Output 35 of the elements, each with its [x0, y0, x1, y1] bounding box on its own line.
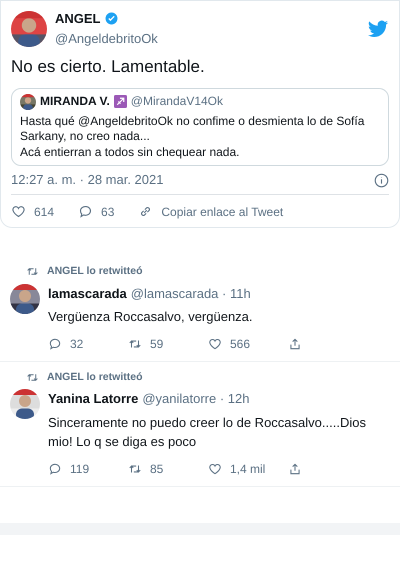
reply-icon[interactable]: [78, 204, 94, 220]
reply-icon[interactable]: [48, 462, 62, 476]
reply-count: 63: [101, 204, 114, 221]
user-handle: @lamascarada · 11h: [130, 284, 251, 303]
reply-icon[interactable]: [48, 336, 62, 351]
user-handle: @MirandaV14Ok: [130, 94, 224, 110]
like-count: 1,4 mil: [230, 460, 266, 478]
reply-count: 119: [70, 460, 90, 478]
like-count: 614: [34, 204, 54, 221]
retweet-count: 59: [150, 336, 164, 353]
retweet-label: ANGEL lo retwitteó: [47, 264, 142, 279]
retweet-label: ANGEL lo retwitteó: [47, 370, 142, 385]
reply-count: 32: [70, 336, 84, 353]
sagittarius-icon: [114, 95, 127, 108]
heart-icon[interactable]: [208, 336, 222, 351]
copy-link[interactable]: Copiar enlace al Tweet: [161, 202, 284, 221]
user-handle: @yanilatorre · 12h: [142, 390, 250, 408]
quoted-text: Hasta qué @AngeldebritoOk no confime o desmienta lo de Sofía Sarkany, no creo nada... Acá entierran a todos sin chequear nada.: [20, 114, 366, 160]
tweet-text: No es cierto. Lamentable.: [11, 56, 206, 78]
like-count: 566: [230, 336, 250, 353]
display-name: ANGEL: [55, 10, 100, 28]
share-icon[interactable]: [288, 336, 302, 351]
display-name: MIRANDA V.: [40, 94, 110, 110]
tweet-timestamp: 12:27 a. m. · 28 mar. 2021: [11, 171, 164, 190]
user-handle: @AngeldebritoOk: [55, 30, 159, 48]
heart-icon[interactable]: [208, 462, 222, 476]
display-name: Yanina Latorre: [48, 390, 138, 408]
tweet-text: Sinceramente no puedo creer lo de Roccasalvo.....Dios mio! Lo q se diga es poco: [48, 414, 367, 452]
info-icon[interactable]: [374, 172, 389, 188]
tweet-text: Vergüenza Roccasalvo, vergüenza.: [48, 308, 254, 326]
bird-icon: [367, 18, 389, 40]
heart-icon[interactable]: [11, 204, 26, 220]
retweet-count: 85: [150, 460, 164, 478]
share-icon[interactable]: [288, 462, 302, 476]
display-name: lamascarada: [48, 284, 127, 303]
